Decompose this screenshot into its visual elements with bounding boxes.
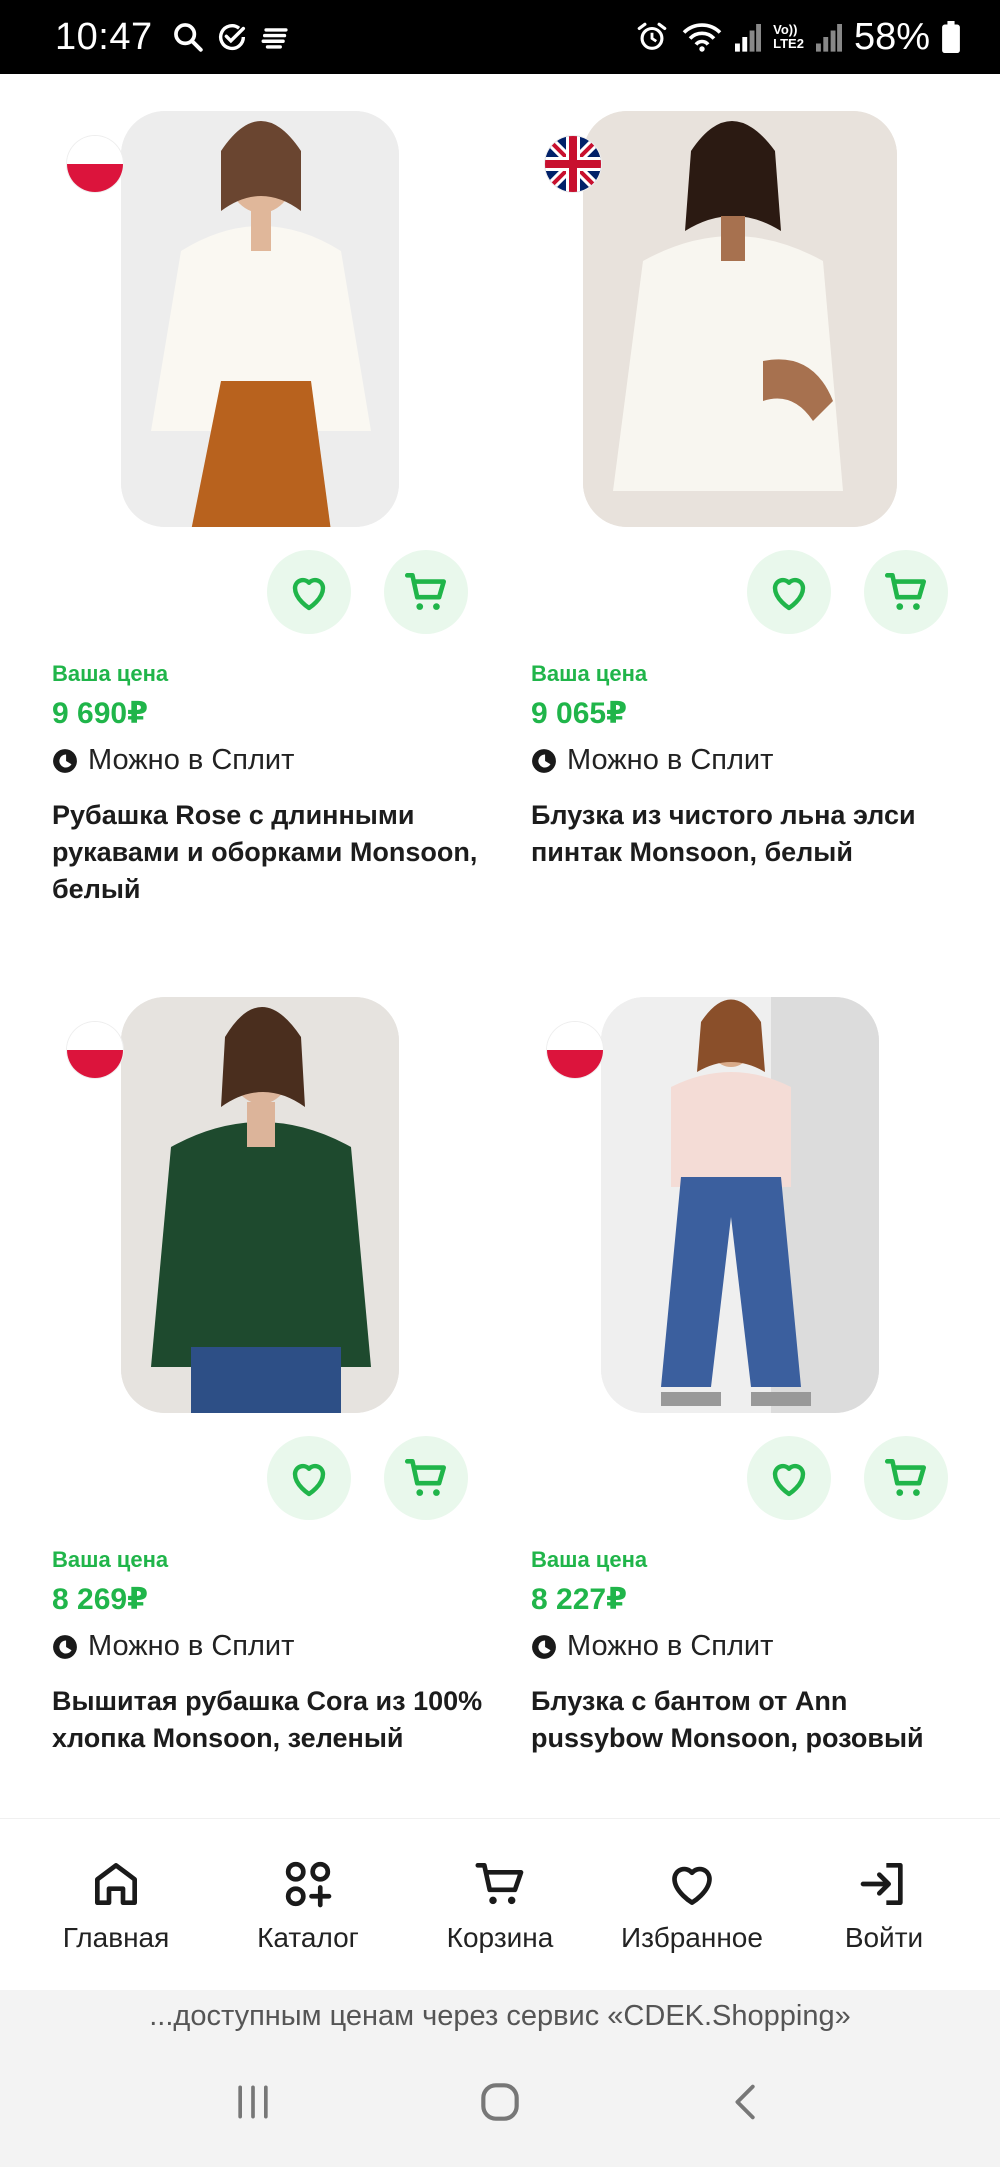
- product-image[interactable]: [121, 111, 399, 527]
- nav-cart[interactable]: Корзина: [410, 1856, 590, 1954]
- lte-label-bottom: LTE2: [773, 36, 804, 51]
- country-flag-poland: [547, 1022, 603, 1078]
- product-image[interactable]: [601, 997, 879, 1413]
- status-bar: 10:47 Vo)) LTE2 58%: [0, 0, 1000, 74]
- battery-icon: [942, 21, 960, 53]
- cart-icon: [475, 1862, 524, 1904]
- split-icon: [532, 748, 556, 773]
- home-icon: [95, 1862, 138, 1905]
- price: 8 269₽: [52, 1583, 148, 1616]
- check-circle-icon: [215, 20, 249, 54]
- search-icon: [171, 20, 205, 54]
- promo-banner[interactable]: ...доступным ценам через сервис «CDEK.Sh…: [0, 1990, 1000, 2042]
- split-icon: [53, 748, 77, 773]
- alarm-icon: [635, 20, 669, 54]
- battery-percent: 58%: [853, 15, 930, 58]
- login-icon: [860, 1862, 903, 1905]
- recent-apps-icon: [237, 2085, 268, 2119]
- nav-login-label: Войти: [844, 1921, 924, 1953]
- price-label: Ваша цена: [52, 1547, 169, 1572]
- signal-icon: [735, 22, 762, 52]
- split-payment-info: Можно в Сплит: [531, 744, 773, 777]
- product-card[interactable]: Ваша цена 8 227₽ Можно в Сплит Блузка с …: [480, 960, 960, 1818]
- heart-icon: [772, 1463, 806, 1497]
- cart-icon: [404, 1459, 446, 1496]
- cart-icon: [404, 573, 446, 610]
- nav-home-label: Главная: [62, 1921, 170, 1953]
- product-card[interactable]: Ваша цена 9 065₽ Можно в Сплит Блузка из…: [480, 74, 960, 954]
- home-button[interactable]: [475, 2077, 525, 2132]
- wifi-icon: [681, 20, 723, 54]
- cart-icon: [884, 1459, 926, 1496]
- price: 9 690₽: [52, 697, 148, 730]
- nav-cart-label: Корзина: [446, 1921, 554, 1953]
- catalog-icon: [285, 1861, 332, 1907]
- price-label: Ваша цена: [531, 1547, 648, 1572]
- price-label: Ваша цена: [531, 661, 648, 686]
- country-flag-poland: [67, 1022, 123, 1078]
- split-icon: [532, 1634, 556, 1659]
- split-text: Можно в Сплит: [88, 744, 295, 776]
- product-image[interactable]: [121, 997, 399, 1413]
- promo-text: ...доступным ценам через сервис «CDEK.Sh…: [149, 1999, 851, 2032]
- nav-home[interactable]: Главная: [26, 1856, 206, 1954]
- split-text: Можно в Сплит: [567, 1630, 774, 1662]
- split-text: Можно в Сплит: [567, 744, 774, 776]
- notes-icon: [259, 20, 293, 54]
- heart-icon: [772, 577, 806, 611]
- add-to-favorites-button[interactable]: [267, 1436, 351, 1520]
- nav-login[interactable]: Войти: [794, 1856, 974, 1954]
- lte-label-top: Vo)): [773, 22, 798, 37]
- system-navigation-bar: [0, 2042, 1000, 2167]
- add-to-cart-button[interactable]: [384, 550, 468, 634]
- split-payment-info: Можно в Сплит: [52, 1630, 294, 1663]
- price: 8 227₽: [531, 1583, 627, 1616]
- cart-icon: [884, 573, 926, 610]
- country-flag-poland: [67, 136, 123, 192]
- product-feed[interactable]: Ваша цена 9 690₽ Можно в Сплит Рубашка R…: [0, 74, 1000, 1818]
- back-button[interactable]: [724, 2079, 770, 2130]
- add-to-favorites-button[interactable]: [747, 550, 831, 634]
- product-card[interactable]: Ваша цена 9 690₽ Можно в Сплит Рубашка R…: [0, 74, 480, 954]
- country-flag-uk: [545, 136, 601, 192]
- nav-catalog[interactable]: Каталог: [218, 1856, 398, 1954]
- back-icon: [735, 2084, 755, 2120]
- product-title[interactable]: Вышитая рубашка Cora из 100% хлопка Mons…: [52, 1683, 492, 1757]
- product-card[interactable]: Ваша цена 8 269₽ Можно в Сплит Вышитая р…: [0, 960, 482, 1818]
- product-title[interactable]: Рубашка Rose с длинными рукавами и оборк…: [52, 797, 492, 908]
- heart-icon: [292, 1463, 326, 1497]
- heart-icon: [292, 577, 326, 611]
- split-icon: [53, 1634, 77, 1659]
- nav-favorites[interactable]: Избранное: [602, 1856, 782, 1954]
- status-time: 10:47: [55, 15, 153, 58]
- split-text: Можно в Сплит: [88, 1630, 295, 1662]
- home-circle-icon: [481, 2083, 519, 2121]
- price-label: Ваша цена: [52, 661, 169, 686]
- product-image[interactable]: [583, 111, 897, 527]
- split-payment-info: Можно в Сплит: [531, 1630, 773, 1663]
- lte-icon: Vo)) LTE2: [773, 23, 804, 51]
- add-to-cart-button[interactable]: [384, 1436, 468, 1520]
- add-to-cart-button[interactable]: [864, 1436, 948, 1520]
- product-title[interactable]: Блузка с бантом от Ann pussybow Monsoon,…: [531, 1683, 971, 1757]
- recent-apps-button[interactable]: [230, 2080, 276, 2129]
- add-to-cart-button[interactable]: [864, 550, 948, 634]
- product-title[interactable]: Блузка из чистого льна элси пинтак Monso…: [531, 797, 971, 871]
- heart-icon: [672, 1866, 712, 1905]
- nav-catalog-label: Каталог: [257, 1921, 359, 1953]
- price: 9 065₽: [531, 697, 627, 730]
- bottom-navigation: Главная Каталог Корзина Избранное Войти: [0, 1818, 1000, 1990]
- add-to-favorites-button[interactable]: [747, 1436, 831, 1520]
- split-payment-info: Можно в Сплит: [52, 744, 294, 777]
- signal-icon: [815, 22, 842, 52]
- add-to-favorites-button[interactable]: [267, 550, 351, 634]
- nav-favorites-label: Избранное: [621, 1921, 763, 1953]
